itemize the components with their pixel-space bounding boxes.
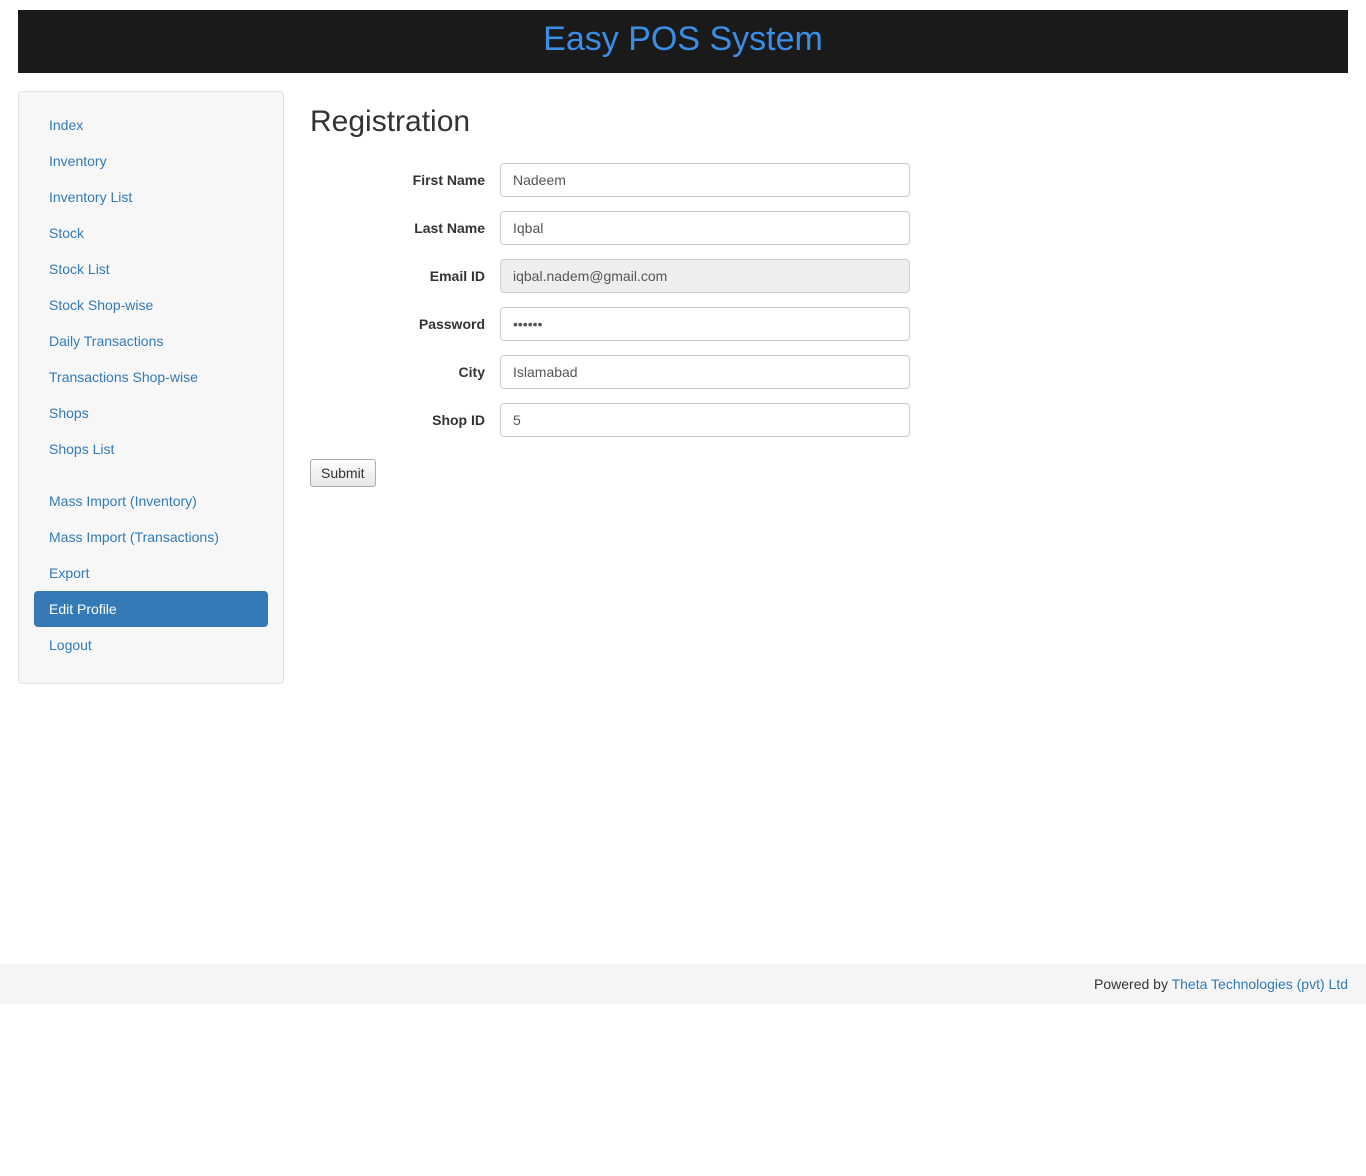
sidebar-item-logout[interactable]: Logout [34, 627, 268, 663]
sidebar-item-transactions-shopwise[interactable]: Transactions Shop-wise [34, 359, 268, 395]
shop-id-input[interactable] [500, 403, 910, 437]
email-input [500, 259, 910, 293]
sidebar-link[interactable]: Stock Shop-wise [34, 287, 268, 323]
city-input[interactable] [500, 355, 910, 389]
sidebar-item-shops-list[interactable]: Shops List [34, 431, 268, 467]
app-title: Easy POS System [18, 20, 1348, 59]
footer-company-link[interactable]: Theta Technologies (pvt) Ltd [1172, 976, 1348, 992]
sidebar-item-export[interactable]: Export [34, 555, 268, 591]
sidebar-link[interactable]: Shops List [34, 431, 268, 467]
sidebar-item-daily-transactions[interactable]: Daily Transactions [34, 323, 268, 359]
form-row-city: City [310, 355, 1348, 389]
first-name-input[interactable] [500, 163, 910, 197]
header-banner: Easy POS System [18, 10, 1348, 73]
sidebar-item-inventory-list[interactable]: Inventory List [34, 179, 268, 215]
sidebar-item-index[interactable]: Index [34, 107, 268, 143]
email-label: Email ID [310, 268, 500, 284]
sidebar-item-edit-profile[interactable]: Edit Profile [34, 591, 268, 627]
sidebar-link[interactable]: Daily Transactions [34, 323, 268, 359]
sidebar-link[interactable]: Edit Profile [34, 591, 268, 627]
sidebar-link[interactable]: Transactions Shop-wise [34, 359, 268, 395]
sidebar-spacer [34, 467, 268, 483]
sidebar: Index Inventory Inventory List Stock Sto… [18, 91, 284, 684]
main-content: Registration First Name Last Name Email … [284, 91, 1348, 487]
sidebar-link[interactable]: Inventory List [34, 179, 268, 215]
sidebar-item-mass-import-inventory[interactable]: Mass Import (Inventory) [34, 483, 268, 519]
form-row-last-name: Last Name [310, 211, 1348, 245]
sidebar-link[interactable]: Export [34, 555, 268, 591]
sidebar-link[interactable]: Logout [34, 627, 268, 663]
sidebar-nav: Index Inventory Inventory List Stock Sto… [34, 107, 268, 663]
sidebar-item-inventory[interactable]: Inventory [34, 143, 268, 179]
sidebar-link[interactable]: Stock [34, 215, 268, 251]
form-row-email: Email ID [310, 259, 1348, 293]
sidebar-link[interactable]: Stock List [34, 251, 268, 287]
sidebar-item-stock-shopwise[interactable]: Stock Shop-wise [34, 287, 268, 323]
sidebar-item-mass-import-transactions[interactable]: Mass Import (Transactions) [34, 519, 268, 555]
city-label: City [310, 364, 500, 380]
password-input[interactable] [500, 307, 910, 341]
shop-id-label: Shop ID [310, 412, 500, 428]
footer: Powered by Theta Technologies (pvt) Ltd [0, 964, 1366, 1004]
sidebar-link[interactable]: Inventory [34, 143, 268, 179]
form-row-first-name: First Name [310, 163, 1348, 197]
sidebar-link[interactable]: Shops [34, 395, 268, 431]
sidebar-link[interactable]: Index [34, 107, 268, 143]
sidebar-item-shops[interactable]: Shops [34, 395, 268, 431]
form-row-password: Password [310, 307, 1348, 341]
last-name-input[interactable] [500, 211, 910, 245]
sidebar-item-stock-list[interactable]: Stock List [34, 251, 268, 287]
form-row-shop-id: Shop ID [310, 403, 1348, 437]
submit-button[interactable]: Submit [310, 459, 376, 487]
sidebar-item-stock[interactable]: Stock [34, 215, 268, 251]
registration-form: First Name Last Name Email ID Password C [310, 163, 1348, 487]
last-name-label: Last Name [310, 220, 500, 236]
sidebar-link[interactable]: Mass Import (Inventory) [34, 483, 268, 519]
password-label: Password [310, 316, 500, 332]
first-name-label: First Name [310, 172, 500, 188]
page-title: Registration [310, 105, 1348, 139]
footer-powered-by: Powered by [1094, 976, 1172, 992]
sidebar-link[interactable]: Mass Import (Transactions) [34, 519, 268, 555]
